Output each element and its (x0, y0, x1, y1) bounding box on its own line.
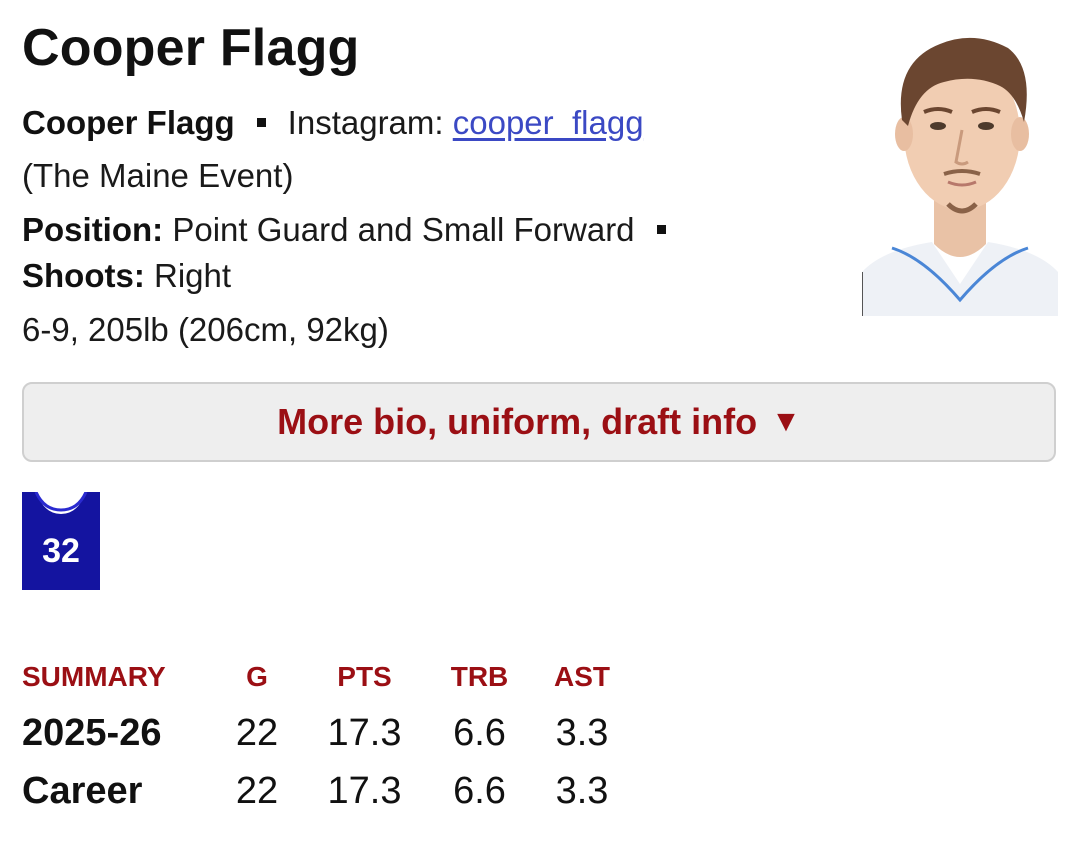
more-bio-label: More bio, uniform, draft info (277, 401, 758, 442)
player-name-social-line: Cooper Flagg Instagram: cooper_flagg (22, 104, 644, 142)
rebounds-value: 6.6 (453, 769, 506, 812)
jersey-number: 32 (42, 532, 80, 570)
points-header: PTS (337, 661, 392, 692)
summary-header-row: SUMMARY G PTS TRB AST (22, 650, 647, 704)
shoots-value: Right (154, 257, 232, 294)
position-label: Position: (22, 211, 164, 248)
games-value: 22 (235, 711, 279, 754)
player-measurements: 6-9, 205lb (206cm, 92kg) (22, 311, 389, 348)
shoots-label: Shoots: (22, 257, 145, 294)
season-label: 2025-26 (22, 711, 162, 754)
player-full-name: Cooper Flagg (22, 104, 235, 141)
jersey-icon[interactable]: 32 (22, 491, 100, 590)
summary-header: SUMMARY (22, 661, 166, 692)
games-value: 22 (235, 769, 279, 812)
position-value: Point Guard and Small Forward (172, 211, 635, 248)
assists-value: 3.3 (555, 769, 609, 812)
player-name-heading: Cooper Flagg (22, 19, 360, 77)
instagram-label: Instagram: (287, 104, 444, 141)
career-label: Career (22, 769, 143, 812)
bullet-separator (656, 224, 666, 234)
points-value: 17.3 (327, 769, 402, 812)
table-row: Career 22 17.3 6.6 3.3 (22, 762, 647, 820)
player-nickname: (The Maine Event) (22, 157, 294, 194)
rebounds-value: 6.6 (453, 711, 506, 754)
assists-value: 3.3 (555, 711, 609, 754)
caret-down-icon: ▼ (771, 405, 801, 438)
position-line: Position: Point Guard and Small Forward (22, 211, 688, 249)
points-value: 17.3 (327, 711, 402, 754)
summary-stats-table: SUMMARY G PTS TRB AST 2025-26 22 17.3 6.… (22, 650, 647, 820)
player-headshot (862, 22, 1058, 316)
games-header: G (246, 661, 268, 692)
more-bio-button[interactable]: More bio, uniform, draft info ▼ (22, 382, 1056, 462)
rebounds-header: TRB (450, 661, 509, 692)
shoots-line: Shoots: Right (22, 257, 231, 295)
assists-header: AST (554, 661, 610, 692)
table-row: 2025-26 22 17.3 6.6 3.3 (22, 704, 647, 762)
instagram-link[interactable]: cooper_flagg (453, 104, 644, 141)
bullet-separator (256, 117, 266, 127)
